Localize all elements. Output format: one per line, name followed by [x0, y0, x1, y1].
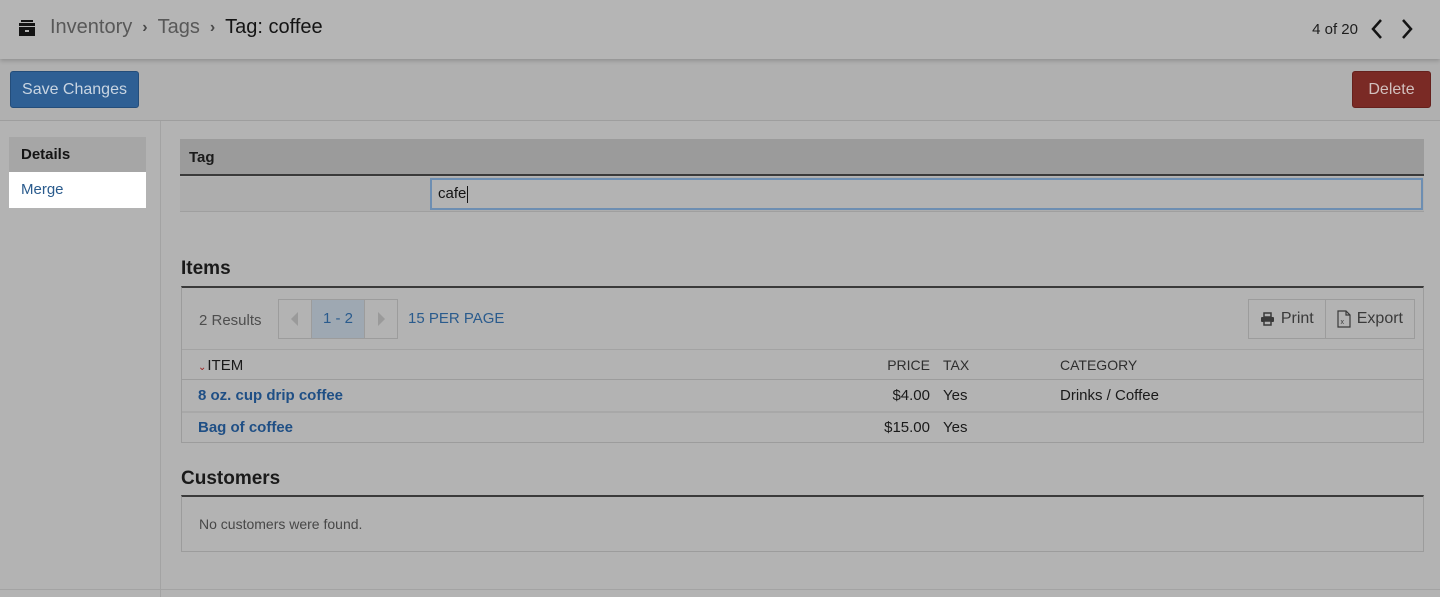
items-panel: 2 Results 1 - 2 15 PER PAGE Print x Expo…	[181, 286, 1424, 443]
item-tax: Yes	[943, 419, 968, 436]
record-pager: 4 of 20	[1312, 16, 1418, 42]
print-label: Print	[1280, 310, 1314, 327]
page-title: Tag: coffee	[225, 16, 323, 38]
prev-record-button[interactable]	[1366, 16, 1388, 42]
item-price: $15.00	[884, 419, 930, 436]
pagination: 1 - 2	[278, 299, 398, 339]
sidebar-item-merge[interactable]: Merge	[9, 172, 146, 208]
breadcrumb-separator-icon: ›	[142, 18, 148, 36]
breadcrumb-tags[interactable]: Tags	[158, 16, 200, 39]
table-row: Bag of coffee $15.00 Yes	[182, 412, 1423, 443]
print-button[interactable]: Print	[1249, 300, 1325, 338]
svg-text:x: x	[1340, 319, 1344, 326]
next-record-button[interactable]	[1396, 16, 1418, 42]
current-page-range[interactable]: 1 - 2	[311, 300, 365, 338]
export-button[interactable]: x Export	[1324, 300, 1414, 338]
text-cursor	[467, 185, 469, 203]
sort-descending-icon: ⌄	[198, 362, 207, 373]
customers-section-title: Customers	[181, 468, 281, 489]
next-page-button[interactable]	[365, 300, 397, 338]
customers-panel: No customers were found.	[181, 495, 1424, 552]
export-actions: Print x Export	[1247, 299, 1415, 339]
printer-icon	[1260, 312, 1274, 326]
top-bar: Inventory › Tags › Tag: coffee 4 of 20	[0, 0, 1440, 59]
items-table-header: ⌄ITEM PRICE TAX CATEGORY	[182, 349, 1423, 380]
tag-name-input[interactable]: cafe	[430, 178, 1423, 210]
breadcrumb: Inventory › Tags › Tag: coffee	[18, 16, 323, 39]
item-name-link[interactable]: 8 oz. cup drip coffee	[198, 387, 343, 404]
save-changes-button[interactable]: Save Changes	[10, 71, 139, 108]
column-header-item-label: ITEM	[207, 357, 244, 374]
footer-divider	[0, 589, 1440, 590]
item-price: $4.00	[892, 387, 930, 404]
chevron-right-icon	[1402, 19, 1413, 39]
item-category: Drinks / Coffee	[1060, 387, 1159, 404]
caret-left-icon	[291, 312, 298, 326]
breadcrumb-separator-icon: ›	[209, 18, 216, 36]
item-name-link[interactable]: Bag of coffee	[198, 419, 293, 436]
record-position: 4 of 20	[1312, 20, 1358, 38]
breadcrumb-inventory[interactable]: Inventory	[50, 16, 132, 39]
tag-name-value: cafe	[438, 185, 467, 202]
column-header-tax[interactable]: TAX	[943, 357, 969, 373]
column-header-category[interactable]: CATEGORY	[1060, 357, 1137, 373]
chevron-left-icon	[1371, 19, 1382, 39]
prev-page-button[interactable]	[279, 300, 311, 338]
action-toolbar: Save Changes Delete	[0, 59, 1440, 121]
archive-drawer-icon	[18, 19, 36, 37]
per-page-selector[interactable]: 15 PER PAGE	[408, 310, 504, 327]
column-header-item[interactable]: ⌄ITEM	[198, 357, 243, 374]
customers-empty-message: No customers were found.	[199, 516, 363, 532]
caret-right-icon	[378, 312, 385, 326]
excel-file-icon: x	[1337, 310, 1351, 328]
export-label: Export	[1356, 310, 1403, 327]
item-tax: Yes	[943, 387, 968, 404]
table-row: 8 oz. cup drip coffee $4.00 Yes Drinks /…	[182, 381, 1423, 412]
results-count: 2 Results	[199, 312, 262, 329]
sidebar-item-details[interactable]: Details	[9, 137, 146, 173]
delete-button[interactable]: Delete	[1352, 71, 1431, 108]
tag-form-row: cafe	[180, 177, 1424, 212]
items-section-title: Items	[181, 258, 231, 279]
sidebar: Details Merge	[0, 121, 161, 597]
column-header-price[interactable]: PRICE	[887, 357, 930, 373]
tag-section-header: Tag	[180, 139, 1424, 176]
